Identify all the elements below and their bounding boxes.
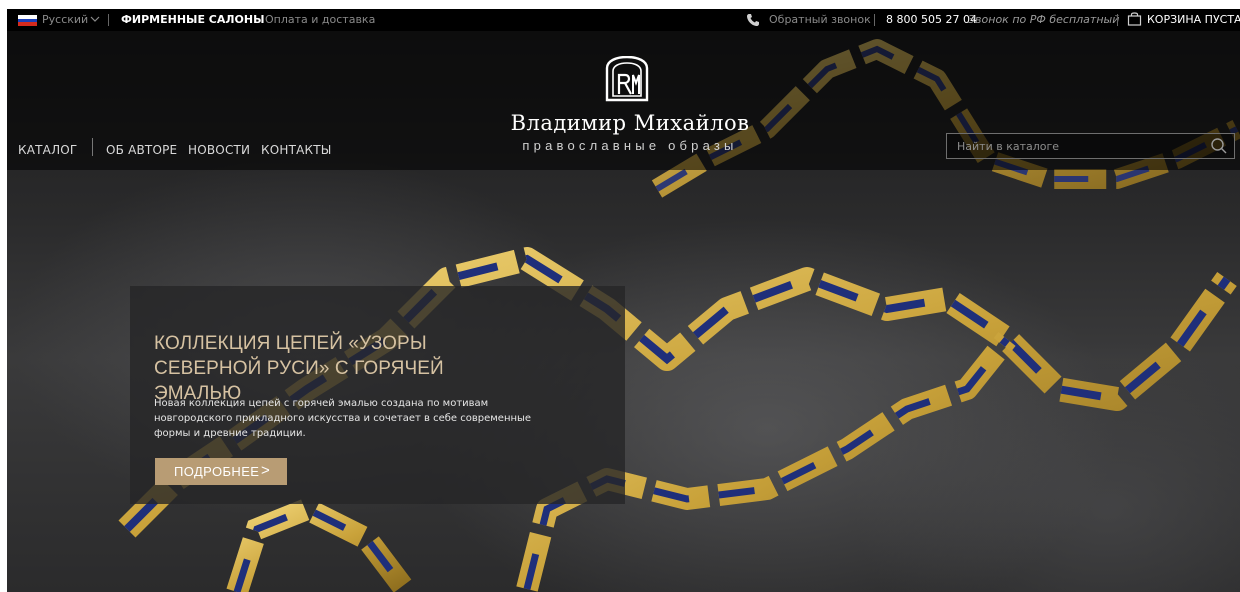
nav-item-news[interactable]: НОВОСТИ <box>188 143 250 157</box>
phone-note: Звонок по РФ бесплатный <box>968 13 1120 26</box>
logo-name[interactable]: Владимир Михайлов <box>477 111 783 135</box>
search-input[interactable] <box>947 134 1197 158</box>
callback-link[interactable]: Обратный звонок <box>769 13 871 27</box>
promo-description: Новая коллекция цепей с горячей эмалью с… <box>154 398 532 439</box>
chevron-down-icon[interactable] <box>90 16 100 23</box>
more-details-label: ПОДРОБНЕЕ <box>174 464 260 479</box>
language-select[interactable]: Русский <box>42 13 88 27</box>
logo-tagline: православные образы <box>522 138 738 153</box>
logo-mark-icon[interactable] <box>604 56 650 102</box>
russia-flag-icon[interactable] <box>18 15 37 26</box>
divider <box>108 14 109 26</box>
promo-card: КОЛЛЕКЦИЯ ЦЕПЕЙ «УЗОРЫ СЕВЕРНОЙ РУСИ» С … <box>130 286 625 504</box>
cart-link[interactable]: КОРЗИНА ПУСТА <box>1147 13 1240 27</box>
nav-item-about[interactable]: ОБ АВТОРЕ <box>106 143 177 157</box>
search-icon[interactable] <box>1210 137 1228 155</box>
shopping-bag-icon[interactable] <box>1127 12 1142 26</box>
divider <box>874 14 875 26</box>
top-utility-bar: Русский ФИРМЕННЫЕ САЛОНЫ Оплата и достав… <box>7 9 1240 31</box>
payment-delivery-link[interactable]: Оплата и доставка <box>265 13 375 27</box>
divider <box>1117 14 1118 26</box>
nav-item-catalog[interactable]: КАТАЛОГ <box>18 143 77 157</box>
search-box <box>946 133 1235 159</box>
promo-title: КОЛЛЕКЦИЯ ЦЕПЕЙ «УЗОРЫ СЕВЕРНОЙ РУСИ» С … <box>154 333 444 404</box>
brand-salons-link[interactable]: ФИРМЕННЫЕ САЛОНЫ <box>121 13 264 27</box>
phone-icon[interactable] <box>746 13 760 27</box>
phone-number[interactable]: 8 800 505 27 04 <box>886 13 977 27</box>
more-details-button[interactable]: ПОДРОБНЕЕ > <box>155 458 287 485</box>
chevron-right-icon: > <box>261 462 271 479</box>
site-header: КАТАЛОГ ОБ АВТОРЕ НОВОСТИ КОНТАКТЫ Влади… <box>7 31 1240 170</box>
nav-item-contacts[interactable]: КОНТАКТЫ <box>261 143 332 157</box>
page: Русский ФИРМЕННЫЕ САЛОНЫ Оплата и достав… <box>0 0 1240 592</box>
divider <box>92 138 93 156</box>
